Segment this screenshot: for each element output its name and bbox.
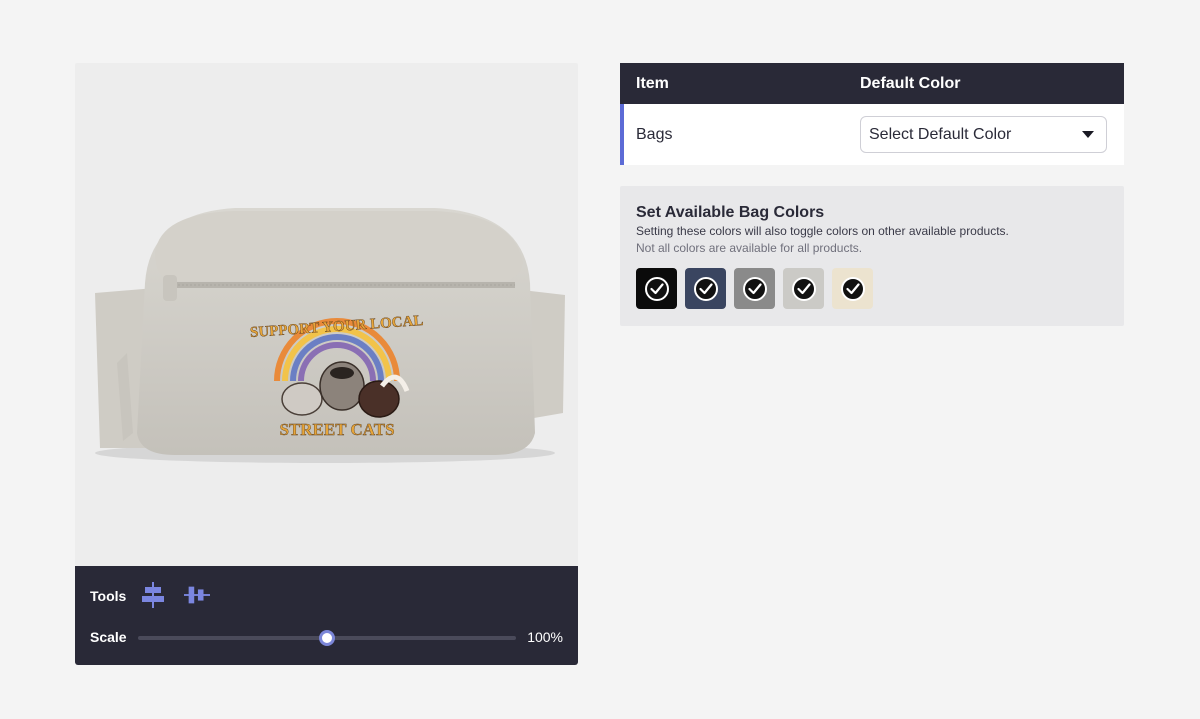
panel-note: Not all colors are available for all pro… xyxy=(636,241,863,255)
distribute-icon xyxy=(184,586,210,604)
color-swatch[interactable] xyxy=(636,268,677,309)
scale-slider[interactable] xyxy=(138,630,516,646)
panel-title: Set Available Bag Colors xyxy=(636,204,825,221)
checkmark-icon xyxy=(742,276,767,301)
header-default-color: Default Color xyxy=(860,74,961,92)
checkmark-icon xyxy=(791,276,816,301)
scale-label: Scale xyxy=(90,629,127,645)
checkmark-icon xyxy=(840,276,865,301)
scale-slider-thumb[interactable] xyxy=(319,630,335,646)
panel-subtitle: Setting these colors will also toggle co… xyxy=(636,224,1009,238)
default-color-select[interactable]: Select Default Color xyxy=(860,116,1107,153)
color-swatches xyxy=(636,268,873,309)
caret-down-icon xyxy=(1082,131,1094,138)
header-item: Item xyxy=(636,74,669,92)
color-swatch[interactable] xyxy=(734,268,775,309)
align-center-button[interactable] xyxy=(140,581,166,609)
distribute-button[interactable] xyxy=(184,581,210,609)
available-colors-panel: Set Available Bag Colors Setting these c… xyxy=(620,186,1124,326)
checkmark-icon xyxy=(644,276,669,301)
product-preview: SUPPORT YOUR LOCAL STREET CATS xyxy=(75,63,578,566)
color-swatch[interactable] xyxy=(783,268,824,309)
color-swatch[interactable] xyxy=(832,268,873,309)
svg-text:STREET CATS: STREET CATS xyxy=(279,420,394,439)
table-header: Item Default Color xyxy=(620,63,1124,104)
tools-label: Tools xyxy=(90,588,127,604)
scale-value: 100% xyxy=(527,629,563,645)
table-row: Bags Select Default Color xyxy=(620,104,1124,165)
align-center-icon xyxy=(142,582,164,608)
checkmark-icon xyxy=(693,276,718,301)
editor-toolbar: Tools Scale 100% xyxy=(75,566,578,665)
select-placeholder: Select Default Color xyxy=(869,125,1012,143)
default-color-table: Item Default Color Bags Select Default C… xyxy=(620,63,1124,165)
color-swatch[interactable] xyxy=(685,268,726,309)
row-item-name: Bags xyxy=(636,125,673,143)
bag-image: SUPPORT YOUR LOCAL STREET CATS xyxy=(95,208,565,463)
